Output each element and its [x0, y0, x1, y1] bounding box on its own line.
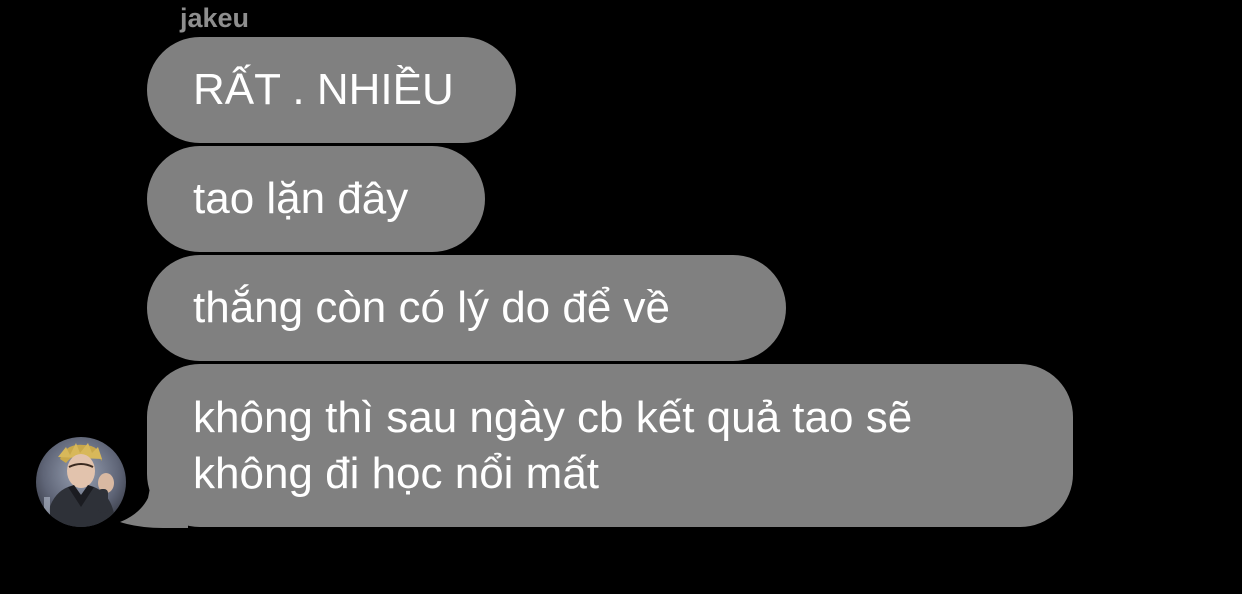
- message-text: tao lặn đây: [193, 174, 409, 223]
- message-text: RẤT . NHIỀU: [193, 65, 454, 114]
- message-text: không thì sau ngày cb kết quả tao sẽ khô…: [193, 392, 913, 498]
- profile-photo-avatar-icon: [36, 437, 126, 527]
- message-bubble[interactable]: không thì sau ngày cb kết quả tao sẽ khô…: [147, 364, 1073, 527]
- message-text: thắng còn có lý do để về: [193, 283, 670, 332]
- sender-name[interactable]: jakeu: [180, 2, 249, 34]
- message-bubble[interactable]: tao lặn đây: [147, 146, 485, 252]
- avatar[interactable]: [36, 437, 126, 527]
- message-bubble[interactable]: RẤT . NHIỀU: [147, 37, 516, 143]
- message-bubble[interactable]: thắng còn có lý do để về: [147, 255, 786, 361]
